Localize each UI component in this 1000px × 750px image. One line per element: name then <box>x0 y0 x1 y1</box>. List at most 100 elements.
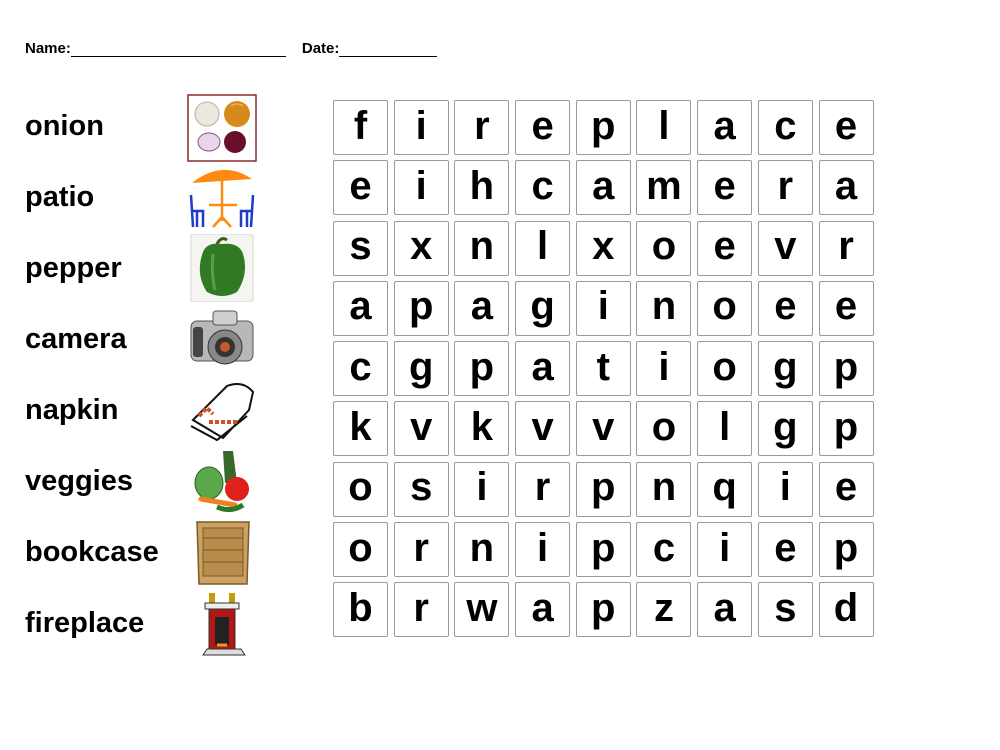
grid-cell[interactable]: g <box>393 341 449 397</box>
grid-cell[interactable]: g <box>757 401 813 457</box>
grid-cell[interactable]: d <box>818 582 874 638</box>
grid-cell[interactable]: o <box>697 341 753 397</box>
grid-cell[interactable]: n <box>636 461 692 517</box>
word-label: onion <box>25 110 104 142</box>
grid-cell[interactable]: q <box>697 461 753 517</box>
grid-cell[interactable]: k <box>454 401 510 457</box>
grid-cell[interactable]: i <box>757 461 813 517</box>
grid-cell[interactable]: p <box>575 522 631 578</box>
grid-cell[interactable]: p <box>454 341 510 397</box>
grid-cell[interactable]: i <box>393 100 449 155</box>
word-list-item: camera <box>25 309 265 379</box>
grid-cell[interactable]: o <box>636 220 692 276</box>
grid-cell[interactable]: g <box>515 280 571 336</box>
word-label: veggies <box>25 465 133 497</box>
grid-cell[interactable]: e <box>818 100 874 155</box>
grid-cell[interactable]: i <box>636 341 692 397</box>
grid-cell[interactable]: i <box>454 461 510 517</box>
grid-cell[interactable]: i <box>697 522 753 578</box>
grid-cell[interactable]: z <box>636 582 692 638</box>
grid-cell[interactable]: s <box>393 461 449 517</box>
grid-cell[interactable]: v <box>575 401 631 457</box>
grid-cell[interactable]: a <box>515 582 571 638</box>
grid-cell[interactable]: w <box>454 582 510 638</box>
worksheet-header: Name: Date: <box>25 40 438 57</box>
bookcase-icon <box>196 521 250 585</box>
word-list-item: bookcase <box>25 521 265 592</box>
grid-cell[interactable]: h <box>454 160 510 216</box>
word-label: patio <box>25 181 95 213</box>
grid-cell[interactable]: a <box>818 160 874 216</box>
grid-cell[interactable]: a <box>697 582 753 638</box>
date-blank-field[interactable] <box>339 42 438 57</box>
grid-cell[interactable]: k <box>333 401 388 457</box>
grid-cell[interactable]: s <box>333 220 388 276</box>
grid-cell[interactable]: t <box>575 341 631 397</box>
grid-cell[interactable]: e <box>697 160 753 216</box>
grid-cell[interactable]: l <box>636 100 692 155</box>
grid-cell[interactable]: l <box>697 401 753 457</box>
grid-cell[interactable]: n <box>454 220 510 276</box>
grid-cell[interactable]: p <box>393 280 449 336</box>
grid-cell[interactable]: c <box>515 160 571 216</box>
grid-cell[interactable]: c <box>757 100 813 155</box>
grid-cell[interactable]: o <box>333 522 388 578</box>
grid-cell[interactable]: e <box>818 280 874 336</box>
grid-cell[interactable]: c <box>636 522 692 578</box>
pepper-icon <box>190 234 254 302</box>
grid-cell[interactable]: l <box>515 220 571 276</box>
camera-icon <box>190 310 254 365</box>
grid-cell[interactable]: r <box>393 582 449 638</box>
grid-cell[interactable]: s <box>757 582 813 638</box>
word-label: fireplace <box>25 607 145 639</box>
grid-cell[interactable]: p <box>818 341 874 397</box>
grid-cell[interactable]: e <box>757 522 813 578</box>
grid-cell[interactable]: p <box>575 582 631 638</box>
grid-cell[interactable]: r <box>757 160 813 216</box>
grid-cell[interactable]: o <box>697 280 753 336</box>
grid-cell[interactable]: x <box>393 220 449 276</box>
grid-cell[interactable]: e <box>333 160 388 216</box>
grid-cell[interactable]: p <box>575 100 631 155</box>
grid-cell[interactable]: v <box>515 401 571 457</box>
grid-cell[interactable]: a <box>515 341 571 397</box>
grid-cell[interactable]: r <box>515 461 571 517</box>
grid-cell[interactable]: a <box>333 280 388 336</box>
name-label: Name: <box>25 40 71 57</box>
grid-cell[interactable]: n <box>454 522 510 578</box>
grid-cell[interactable]: o <box>636 401 692 457</box>
word-label: camera <box>25 323 127 355</box>
grid-cell[interactable]: e <box>515 100 571 155</box>
grid-cell[interactable]: m <box>636 160 692 216</box>
grid-cell[interactable]: o <box>333 461 388 517</box>
grid-cell[interactable]: e <box>697 220 753 276</box>
grid-cell[interactable]: a <box>697 100 753 155</box>
grid-cell[interactable]: x <box>575 220 631 276</box>
grid-cell[interactable]: e <box>757 280 813 336</box>
grid-cell[interactable]: i <box>515 522 571 578</box>
grid-cell[interactable]: v <box>757 220 813 276</box>
grid-cell[interactable]: g <box>757 341 813 397</box>
name-blank-field[interactable] <box>70 42 286 57</box>
word-list-item: veggies <box>25 451 265 521</box>
grid-cell[interactable]: r <box>393 522 449 578</box>
grid-cell[interactable]: r <box>454 100 510 155</box>
onion-icon <box>187 94 257 162</box>
grid-cell[interactable]: p <box>575 461 631 517</box>
grid-cell[interactable]: p <box>818 522 874 578</box>
grid-cell[interactable]: c <box>333 341 388 397</box>
grid-cell[interactable]: v <box>393 401 449 457</box>
patio-icon <box>189 169 255 228</box>
grid-cell[interactable]: r <box>818 220 874 276</box>
grid-cell[interactable]: n <box>636 280 692 336</box>
grid-cell[interactable]: i <box>393 160 449 216</box>
grid-cell[interactable]: i <box>575 280 631 336</box>
grid-cell[interactable]: p <box>818 401 874 457</box>
grid-cell[interactable]: b <box>333 582 388 638</box>
grid-cell[interactable]: e <box>818 461 874 517</box>
grid-cell[interactable]: a <box>575 160 631 216</box>
word-search-grid: fireplaceeihcamerasxnlxoevrapaginoeecgpa… <box>333 100 874 638</box>
grid-cell[interactable]: f <box>333 100 388 155</box>
date-label: Date: <box>301 40 340 57</box>
grid-cell[interactable]: a <box>454 280 510 336</box>
